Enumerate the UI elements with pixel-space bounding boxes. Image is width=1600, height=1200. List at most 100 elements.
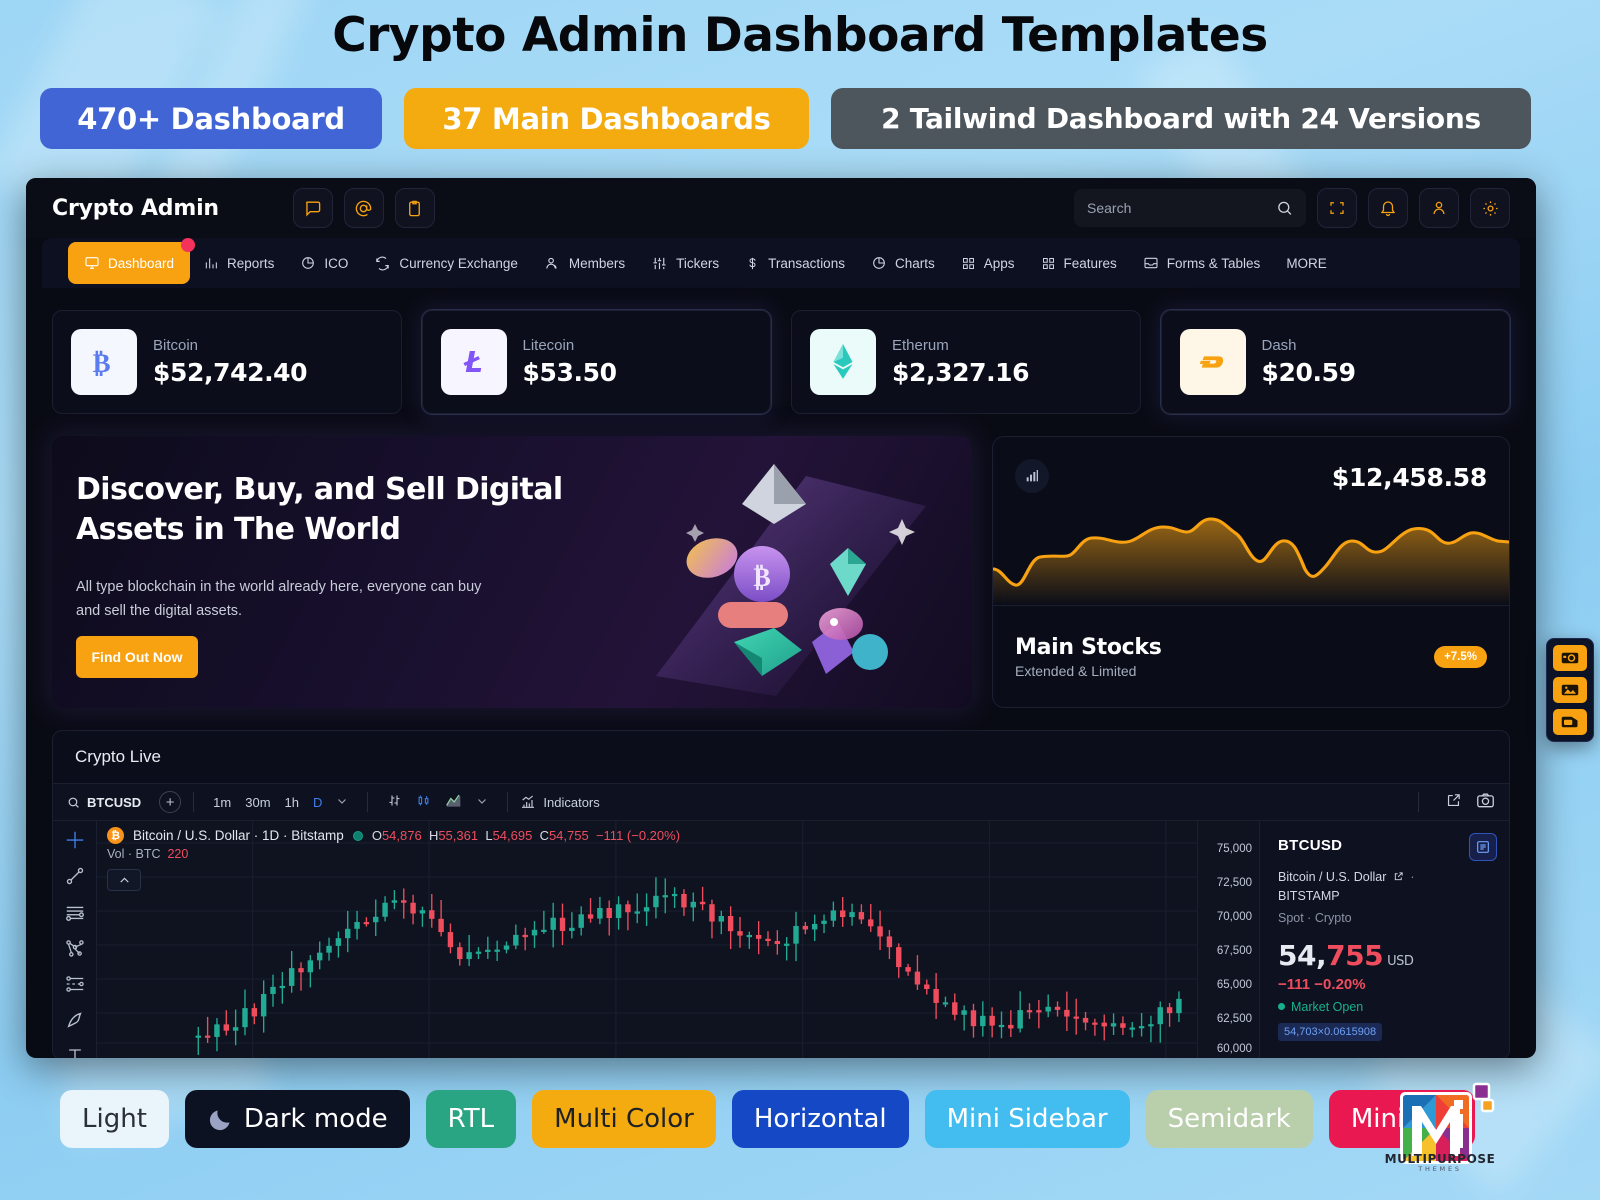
- nav-label: Features: [1063, 255, 1117, 271]
- watchlist-toggle-button[interactable]: [1469, 833, 1497, 861]
- market-status-label: Market Open: [1291, 999, 1364, 1014]
- theme-horizontal-button[interactable]: Horizontal: [731, 1090, 909, 1148]
- pitchfork-icon: [65, 940, 84, 957]
- nav-item-forms-tables[interactable]: Forms & Tables: [1130, 238, 1274, 288]
- dock-image-button[interactable]: [1553, 677, 1587, 703]
- theme-label: Light: [82, 1104, 147, 1134]
- external-link-icon[interactable]: [1393, 871, 1404, 882]
- chat-icon: [306, 200, 321, 216]
- find-out-now-button[interactable]: Find Out Now: [76, 636, 198, 678]
- nav-item-more[interactable]: MORE: [1273, 238, 1340, 288]
- snapshot-button[interactable]: [1476, 792, 1495, 812]
- dock-camera-button[interactable]: [1553, 645, 1587, 671]
- sidebar-meta: Spot · Crypto: [1278, 910, 1352, 925]
- brush-icon-button[interactable]: [62, 1009, 88, 1031]
- coin-card-etherum[interactable]: Etherum $2,327.16: [791, 310, 1141, 414]
- horizontal-lines-icon-button[interactable]: [62, 901, 88, 923]
- profile-button[interactable]: [1419, 188, 1459, 228]
- theme-light-button[interactable]: Light: [60, 1090, 169, 1148]
- ohlc-high-label: H: [428, 828, 439, 843]
- search-input[interactable]: [1087, 200, 1268, 216]
- symbol-search-button[interactable]: BTCUSD: [67, 795, 141, 810]
- coin-name: Dash: [1261, 337, 1297, 354]
- price-currency: USD: [1387, 953, 1414, 969]
- pitchfork-icon-button[interactable]: [62, 937, 88, 959]
- bell-icon: [1380, 201, 1396, 217]
- top-icon-group: [292, 188, 435, 228]
- theme-semidark-button[interactable]: Semidark: [1145, 1090, 1313, 1148]
- crosshair-icon-button[interactable]: [62, 829, 88, 851]
- theme-rtl-button[interactable]: RTL: [425, 1090, 517, 1148]
- theme-mini-sidebar-button[interactable]: Mini Sidebar: [924, 1090, 1130, 1148]
- stocks-subtitle: Extended & Limited: [1015, 662, 1137, 679]
- y-tick: 62,500: [1216, 1013, 1252, 1025]
- nav-item-reports[interactable]: Reports: [190, 238, 287, 288]
- coin-card-dash[interactable]: Dash $20.59: [1160, 310, 1510, 414]
- nav-item-transactions[interactable]: Transactions: [732, 238, 858, 288]
- nav-item-tickers[interactable]: Tickers: [638, 238, 732, 288]
- coin-card-row: ₿ Bitcoin $52,742.40 Ł Litecoin $53.50 E…: [26, 288, 1536, 414]
- price-whole: 54,: [1278, 938, 1327, 972]
- main-nav: Dashboard Reports ICO Currency Exchange: [42, 238, 1520, 288]
- indicators-button[interactable]: Indicators: [520, 794, 600, 810]
- text-icon-button[interactable]: [62, 1045, 88, 1058]
- nav-label: Apps: [983, 255, 1015, 271]
- trend-line-icon-button[interactable]: [62, 865, 88, 887]
- notifications-button[interactable]: [1368, 188, 1408, 228]
- logo-subwordmark: THEMES: [1418, 1165, 1462, 1173]
- sidebar-price: 54,755 USD: [1278, 939, 1491, 972]
- nav-item-features[interactable]: Features: [1028, 238, 1130, 288]
- search-icon[interactable]: [1276, 199, 1293, 217]
- patterns-icon-button[interactable]: [62, 973, 88, 995]
- hero-heading: Discover, Buy, and Sell Digital Assets i…: [76, 472, 563, 547]
- coin-card-litecoin[interactable]: Ł Litecoin $53.50: [421, 310, 771, 414]
- nav-item-ico[interactable]: ICO: [287, 238, 361, 288]
- chart-details-sidebar: BTCUSD Bitcoin / U.S. Dollar · BITSTAMP …: [1259, 821, 1509, 1058]
- dock-note-button[interactable]: [1553, 709, 1587, 735]
- resolution-dropdown-chevron[interactable]: [329, 795, 355, 810]
- bar-style-button[interactable]: [380, 793, 409, 811]
- clipboard-icon-button[interactable]: [394, 188, 435, 228]
- sidebar-quote-tag: 54,703×0.0615908: [1278, 1022, 1383, 1041]
- add-symbol-button[interactable]: +: [159, 791, 182, 813]
- resolution-30m[interactable]: 30m: [238, 795, 277, 810]
- fullscreen-button[interactable]: [1317, 188, 1357, 228]
- bar-chart-icon: [1026, 470, 1038, 482]
- coin-card-bitcoin[interactable]: ₿ Bitcoin $52,742.40: [52, 310, 402, 414]
- chart-price-axis[interactable]: 75,000 72,500 70,000 67,500 65,000 62,50…: [1197, 821, 1259, 1058]
- sidebar-exchange: BITSTAMP: [1278, 889, 1340, 904]
- resolution-1m[interactable]: 1m: [206, 795, 238, 810]
- theme-dark-button[interactable]: Dark mode: [184, 1090, 410, 1148]
- ethereum-icon: [810, 329, 876, 395]
- nav-item-members[interactable]: Members: [531, 238, 638, 288]
- stocks-title: Main Stocks: [1015, 634, 1162, 660]
- camera-icon: [1561, 652, 1579, 664]
- candle-style-button[interactable]: [409, 793, 438, 811]
- y-tick: 65,000: [1216, 979, 1252, 991]
- theme-label: Dark mode: [243, 1104, 388, 1134]
- style-dropdown-chevron[interactable]: [469, 795, 495, 810]
- nav-item-charts[interactable]: Charts: [858, 238, 948, 288]
- collapse-pane-button[interactable]: [107, 869, 141, 891]
- nav-item-apps[interactable]: Apps: [948, 238, 1028, 288]
- resolution-d[interactable]: D: [306, 795, 329, 810]
- coin-name: Bitcoin: [153, 337, 199, 354]
- ohlc-low-label: L: [485, 828, 493, 843]
- ohlc-open-label: O: [371, 828, 382, 843]
- resolution-1h[interactable]: 1h: [278, 795, 306, 810]
- mention-icon-button[interactable]: [343, 188, 384, 228]
- area-style-button[interactable]: [438, 793, 469, 811]
- sidebar-market-status: Market Open: [1278, 1000, 1491, 1014]
- toolbar-divider: [193, 792, 195, 812]
- bitcoin-icon: ₿: [107, 827, 124, 844]
- nav-item-currency-exchange[interactable]: Currency Exchange: [361, 238, 531, 288]
- chat-icon-button[interactable]: [292, 188, 333, 228]
- open-external-button[interactable]: [1445, 792, 1462, 812]
- settings-button[interactable]: [1470, 188, 1510, 228]
- nav-item-dashboard[interactable]: Dashboard: [68, 238, 196, 284]
- nav-label: ICO: [324, 255, 349, 271]
- candlestick-chart[interactable]: ₿ Bitcoin / U.S. Dollar · 1D · Bitstamp …: [97, 821, 1197, 1058]
- volume-label: Vol · BTC: [107, 847, 161, 861]
- search-box[interactable]: [1074, 189, 1306, 227]
- theme-multi-color-button[interactable]: Multi Color: [532, 1090, 716, 1148]
